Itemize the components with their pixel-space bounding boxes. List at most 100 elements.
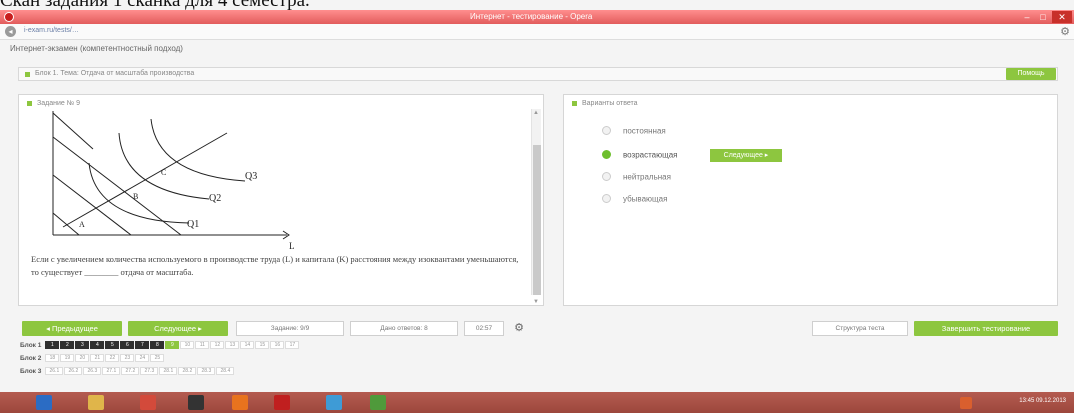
next-inline-button[interactable]: Следующее ▸ bbox=[710, 149, 782, 162]
task-nav-cell[interactable]: 28.4 bbox=[216, 367, 235, 375]
next-label: Следующее bbox=[154, 324, 197, 333]
task-nav-cell[interactable]: 3 bbox=[75, 341, 90, 349]
radio-button[interactable] bbox=[602, 150, 611, 160]
answer-option-label: убывающая bbox=[623, 194, 668, 204]
task-nav-cell[interactable]: 24 bbox=[135, 354, 150, 362]
block-3-row: Блок 3 26.1 26.2 26.3 27.1 27.2 27.3 28.1 28.2 28… bbox=[20, 367, 580, 378]
block-1-cells: 1 2 3 4 5 6 7 8 9 10 11 12 13 14 15 16 17 bbox=[45, 341, 300, 349]
prev-button[interactable]: ◂ Предыдущее bbox=[22, 321, 122, 336]
task-nav-cell[interactable]: 28.1 bbox=[159, 367, 178, 375]
test-structure-button[interactable]: Структура теста bbox=[812, 321, 908, 336]
media-player-icon[interactable] bbox=[188, 395, 204, 410]
task-nav-cell[interactable]: 4 bbox=[90, 341, 105, 349]
scroll-down-icon[interactable]: ▼ bbox=[533, 299, 539, 305]
task-nav-cell[interactable]: 16 bbox=[270, 341, 285, 349]
task-nav-cell[interactable]: 9 bbox=[165, 341, 180, 349]
q1-label: Q1 bbox=[187, 219, 199, 230]
task-nav-cell[interactable]: 23 bbox=[120, 354, 135, 362]
task-nav-cell[interactable]: 27.1 bbox=[102, 367, 121, 375]
answer-title: Варианты ответа bbox=[582, 100, 638, 107]
prev-label: Предыдущее bbox=[51, 324, 98, 333]
menu-icon[interactable]: ⚙ bbox=[1060, 25, 1070, 38]
task-nav-cell[interactable]: 25 bbox=[150, 354, 165, 362]
close-icon[interactable]: ✕ bbox=[1052, 11, 1072, 23]
window-titlebar: Интернет - тестирование - Opera – □ ✕ bbox=[0, 10, 1074, 24]
ray-line bbox=[52, 136, 182, 236]
task-nav-cell[interactable]: 2 bbox=[60, 341, 75, 349]
l-axis-label: L bbox=[289, 241, 295, 251]
url-field[interactable]: i-exam.ru/tests/… bbox=[24, 27, 79, 34]
scroll-up-icon[interactable]: ▲ bbox=[533, 110, 539, 116]
skype-icon[interactable] bbox=[326, 395, 342, 410]
task-nav-cell[interactable]: 7 bbox=[135, 341, 150, 349]
task-nav-cell[interactable]: 10 bbox=[180, 341, 195, 349]
tray-icon[interactable] bbox=[960, 397, 972, 409]
block-3-cells: 26.1 26.2 26.3 27.1 27.2 27.3 28.1 28.2 28.3 28.4 bbox=[45, 367, 235, 375]
clock[interactable]: 13:45 09.12.2013 bbox=[1019, 398, 1066, 404]
answer-option-label: возрастающая bbox=[623, 150, 678, 160]
task-nav-cell[interactable]: 14 bbox=[240, 341, 255, 349]
point-b-label: B bbox=[133, 192, 138, 201]
next-button[interactable]: Следующее ▸ bbox=[128, 321, 228, 336]
task-nav-cell[interactable]: 18 bbox=[45, 354, 60, 362]
answered-counter: Дано ответов: 8 bbox=[350, 321, 458, 336]
clock-time: 13:45 bbox=[1019, 398, 1035, 404]
task-nav-cell[interactable]: 28.2 bbox=[178, 367, 197, 375]
maximize-icon[interactable]: □ bbox=[1036, 11, 1050, 23]
folder-icon[interactable] bbox=[88, 395, 104, 410]
back-icon[interactable]: ◂ bbox=[5, 26, 16, 37]
radio-button[interactable] bbox=[602, 172, 611, 182]
task-nav-cell[interactable]: 12 bbox=[210, 341, 225, 349]
help-button[interactable]: Помощь bbox=[1006, 68, 1056, 80]
scroll-thumb[interactable] bbox=[533, 145, 541, 295]
task-nav-cell[interactable]: 5 bbox=[105, 341, 120, 349]
app-icon[interactable] bbox=[370, 395, 386, 410]
answer-option[interactable]: возрастающая bbox=[602, 150, 677, 162]
task-nav-cell[interactable]: 22 bbox=[105, 354, 120, 362]
opera-taskbar-icon[interactable] bbox=[274, 395, 290, 410]
task-header: Задание № 9 bbox=[27, 100, 80, 107]
task-nav-cell[interactable]: 27.2 bbox=[121, 367, 140, 375]
paint-icon[interactable] bbox=[232, 395, 248, 410]
task-counter: Задание: 9/9 bbox=[236, 321, 344, 336]
task-nav-cell[interactable]: 1 bbox=[45, 341, 60, 349]
block-1-label: Блок 1 bbox=[20, 341, 42, 349]
opera-icon[interactable] bbox=[4, 12, 14, 22]
task-nav-cell[interactable]: 13 bbox=[225, 341, 240, 349]
block-2-cells: 18 19 20 21 22 23 24 25 bbox=[45, 354, 165, 362]
browser-icon[interactable] bbox=[140, 395, 156, 410]
minimize-icon[interactable]: – bbox=[1020, 11, 1034, 23]
clock-date: 09.12.2013 bbox=[1035, 398, 1066, 404]
answer-option[interactable]: нейтральная bbox=[602, 172, 671, 184]
task-nav-cell[interactable]: 21 bbox=[90, 354, 105, 362]
task-nav-cell[interactable]: 11 bbox=[195, 341, 210, 349]
page-subtitle: Интернет-экзамен (компетентностный подхо… bbox=[10, 44, 183, 53]
task-nav-cell[interactable]: 27.3 bbox=[140, 367, 159, 375]
block-1-row: Блок 1 1 2 3 4 5 6 7 8 9 10 11 12 13 14 15 16 17 bbox=[20, 341, 580, 352]
task-nav-cell[interactable]: 26.1 bbox=[45, 367, 64, 375]
task-scrollbar[interactable]: ▲ ▼ bbox=[531, 109, 541, 305]
task-nav-cell[interactable]: 8 bbox=[150, 341, 165, 349]
isoquant-graph: A B C Q1 Q2 Q3 L bbox=[52, 111, 295, 251]
screen: Скан задания 1 сканка для 4 семестра. Ин… bbox=[0, 0, 1074, 413]
block-2-row: Блок 2 18 19 20 21 22 23 24 25 bbox=[20, 354, 580, 365]
next-inline-label: Следующее bbox=[723, 152, 763, 159]
answer-option[interactable]: постоянная bbox=[602, 126, 666, 138]
settings-icon[interactable]: ⚙ bbox=[509, 321, 529, 336]
answer-option[interactable]: убывающая bbox=[602, 194, 667, 206]
task-nav-cell[interactable]: 26.2 bbox=[64, 367, 83, 375]
task-nav-cell[interactable]: 26.3 bbox=[83, 367, 102, 375]
task-nav-cell[interactable]: 20 bbox=[75, 354, 90, 362]
radio-button[interactable] bbox=[602, 194, 611, 204]
ray-line bbox=[52, 212, 80, 236]
task-nav-cell[interactable]: 17 bbox=[285, 341, 300, 349]
block-title: Блок 1. Тема: Отдача от масштаба произво… bbox=[35, 70, 195, 77]
task-nav-cell[interactable]: 6 bbox=[120, 341, 135, 349]
finish-test-button[interactable]: Завершить тестирование bbox=[914, 321, 1058, 336]
ie-icon[interactable] bbox=[36, 395, 52, 410]
task-nav-cell[interactable]: 15 bbox=[255, 341, 270, 349]
task-nav-cell[interactable]: 19 bbox=[60, 354, 75, 362]
radio-button[interactable] bbox=[602, 126, 611, 136]
task-nav-cell[interactable]: 28.3 bbox=[197, 367, 216, 375]
answer-header: Варианты ответа bbox=[572, 100, 638, 107]
